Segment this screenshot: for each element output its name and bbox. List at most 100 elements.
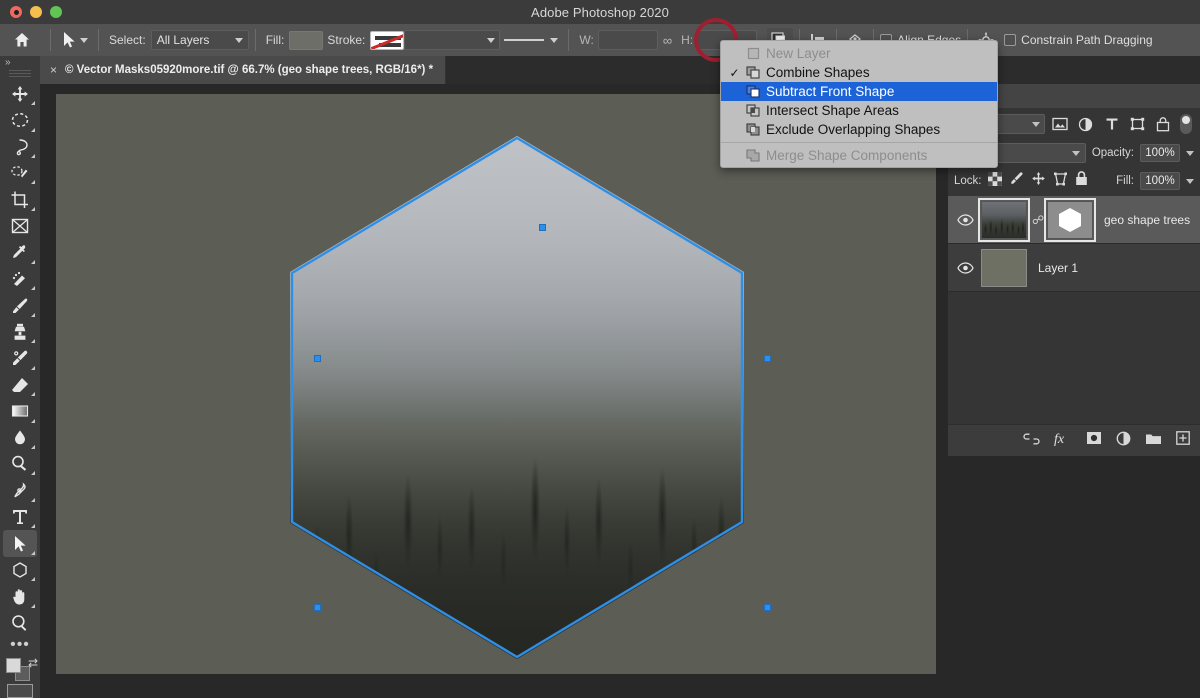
menu-item-subtract-front-shape[interactable]: Subtract Front Shape <box>721 82 997 101</box>
artboard[interactable] <box>56 94 936 674</box>
dodge-tool[interactable] <box>3 451 37 477</box>
eyedropper-tool[interactable] <box>3 239 37 265</box>
select-label: Select: <box>109 33 146 47</box>
constrain-path-dragging-checkbox[interactable]: Constrain Path Dragging <box>1004 33 1153 47</box>
add-layer-mask-button[interactable] <box>1086 431 1102 450</box>
layers-panel: Normal Opacity: 100% Lock: <box>948 84 1200 698</box>
photoshop-window: Adobe Photoshop 2020 Select: All Layers … <box>0 0 1200 698</box>
layer-style-button[interactable]: fx <box>1054 431 1072 451</box>
polygon-shape-tool[interactable] <box>3 557 37 583</box>
width-input[interactable] <box>597 30 658 50</box>
chevron-down-icon[interactable] <box>1186 150 1194 156</box>
lock-all-icon[interactable] <box>1075 171 1088 191</box>
blur-tool[interactable] <box>3 425 37 451</box>
fill-color-swatch[interactable] <box>289 30 324 50</box>
quick-mask-icon[interactable] <box>7 683 33 698</box>
link-wh-icon[interactable]: ∞ <box>663 33 672 48</box>
select-layers-value: All Layers <box>156 33 210 47</box>
layer-visibility-icon[interactable] <box>954 213 976 226</box>
menu-item-intersect-shape-areas[interactable]: Intersect Shape Areas <box>721 101 997 120</box>
mask-link-icon[interactable]: ☍ <box>1032 213 1044 227</box>
path-anchor-point[interactable] <box>764 604 771 611</box>
menu-check-mark: ✓ <box>729 65 740 80</box>
toolbar-grip[interactable] <box>9 70 31 77</box>
expand-toolbar-icon[interactable]: » <box>0 56 40 68</box>
menu-item-combine-shapes[interactable]: ✓ Combine Shapes <box>721 63 997 82</box>
filter-adjustment-icon[interactable] <box>1075 113 1097 135</box>
quick-selection-tool[interactable] <box>3 160 37 186</box>
layer-thumbnail[interactable] <box>981 248 1027 287</box>
eraser-tool[interactable] <box>3 372 37 398</box>
filter-smart-object-icon[interactable] <box>1152 113 1174 135</box>
pen-tool[interactable] <box>3 477 37 503</box>
layer-visibility-icon[interactable] <box>954 261 976 274</box>
filter-toggle[interactable] <box>1178 113 1194 135</box>
new-layer-icon <box>746 47 760 61</box>
brush-tool[interactable] <box>3 292 37 318</box>
type-tool[interactable] <box>3 504 37 530</box>
path-anchor-point[interactable] <box>539 224 546 231</box>
layer-thumbnail[interactable] <box>978 197 1030 242</box>
filter-shape-icon[interactable] <box>1127 113 1149 135</box>
lock-position-icon[interactable] <box>1031 171 1046 191</box>
edit-toolbar-icon[interactable]: ••• <box>3 636 37 654</box>
layer-name[interactable]: geo shape trees <box>1104 213 1190 227</box>
menu-item-label: Exclude Overlapping Shapes <box>766 122 941 137</box>
crop-tool[interactable] <box>3 186 37 212</box>
document-tab[interactable]: × © Vector Masks05920more.tif @ 66.7% (g… <box>40 56 447 84</box>
filter-type-icon[interactable] <box>1101 113 1123 135</box>
checkbox-box <box>1004 34 1017 46</box>
hand-tool[interactable] <box>3 583 37 609</box>
close-x-icon[interactable]: × <box>50 63 57 77</box>
layer-name[interactable]: Layer 1 <box>1038 261 1078 275</box>
lock-artboard-nesting-icon[interactable] <box>1053 172 1068 191</box>
color-swatches[interactable]: ⇄ <box>4 656 38 682</box>
fill-input[interactable]: 100% <box>1140 172 1180 190</box>
lock-image-pixels-icon[interactable] <box>1009 171 1024 191</box>
lasso-tool[interactable] <box>3 134 37 160</box>
swap-colors-icon[interactable]: ⇄ <box>28 656 38 670</box>
fill-value: 100% <box>1145 175 1175 187</box>
clone-stamp-tool[interactable] <box>3 319 37 345</box>
chevron-down-icon[interactable] <box>1186 178 1194 184</box>
zoom-tool[interactable] <box>3 610 37 636</box>
link-layers-button[interactable] <box>1023 432 1040 450</box>
history-brush-tool[interactable] <box>3 345 37 371</box>
path-operations-menu[interactable]: New Layer ✓ Combine Shapes Subtract Fron… <box>720 40 998 168</box>
stroke-color-swatch[interactable] <box>370 30 405 50</box>
document-tab-strip: × © Vector Masks05920more.tif @ 66.7% (g… <box>40 56 1200 84</box>
path-anchor-point[interactable] <box>314 355 321 362</box>
active-tool-preset[interactable] <box>57 31 92 49</box>
filter-image-icon[interactable] <box>1049 113 1071 135</box>
vector-mask-thumbnail[interactable] <box>1044 197 1096 242</box>
new-layer-button[interactable] <box>1176 431 1190 450</box>
menu-item-exclude-overlapping-shapes[interactable]: Exclude Overlapping Shapes <box>721 120 997 139</box>
spot-healing-brush-tool[interactable] <box>3 266 37 292</box>
table-row[interactable]: Layer 1 <box>948 244 1200 292</box>
table-row[interactable]: ☍ geo shape trees <box>948 196 1200 244</box>
home-icon[interactable] <box>0 24 44 56</box>
canvas-area[interactable] <box>40 84 948 698</box>
move-tool[interactable] <box>3 81 37 107</box>
stroke-style-dropdown[interactable] <box>500 30 563 50</box>
path-selection-tool[interactable] <box>3 530 37 557</box>
frame-tool[interactable] <box>3 213 37 239</box>
stroke-width-field[interactable] <box>404 30 501 50</box>
constrain-path-dragging-label: Constrain Path Dragging <box>1021 33 1153 47</box>
elliptical-marquee-tool[interactable] <box>3 107 37 133</box>
menu-item-label: Combine Shapes <box>766 65 870 80</box>
path-anchor-point[interactable] <box>764 355 771 362</box>
hexagon-shape-layer[interactable] <box>56 94 936 674</box>
new-group-button[interactable] <box>1145 432 1162 450</box>
adjustment-layer-button[interactable] <box>1116 431 1131 451</box>
select-layers-dropdown[interactable]: All Layers <box>150 30 249 50</box>
opacity-input[interactable]: 100% <box>1140 144 1180 162</box>
chevron-down-icon <box>487 37 496 43</box>
lock-transparent-pixels-icon[interactable] <box>987 171 1002 191</box>
foreground-color-swatch[interactable] <box>6 658 21 674</box>
gradient-tool[interactable] <box>3 398 37 424</box>
menu-item-merge-shape-components[interactable]: Merge Shape Components <box>721 146 997 165</box>
menu-item-new-layer[interactable]: New Layer <box>721 44 997 63</box>
path-anchor-point[interactable] <box>314 604 321 611</box>
chevron-down-icon[interactable] <box>80 37 88 43</box>
